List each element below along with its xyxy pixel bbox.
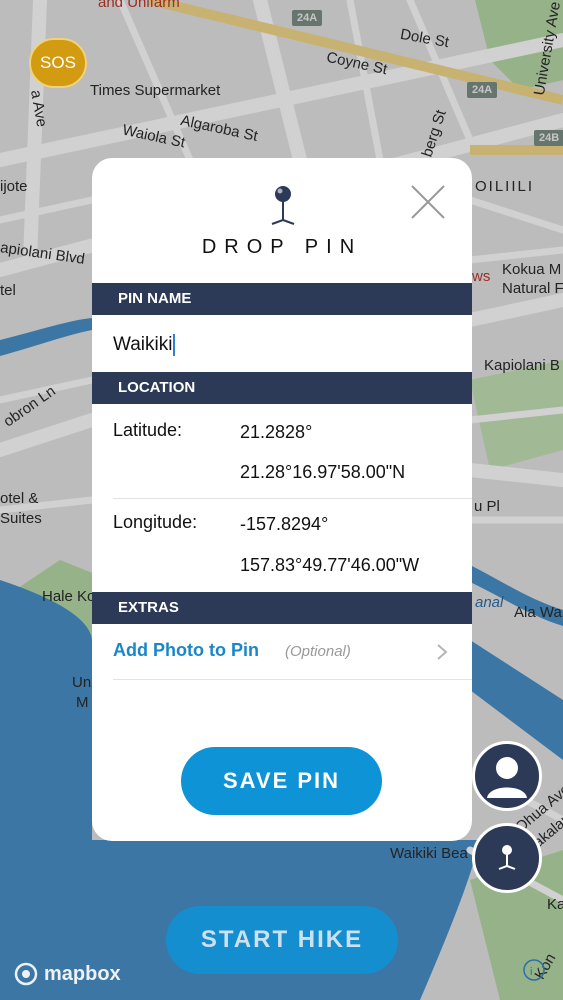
divider (113, 679, 472, 680)
mapbox-attribution[interactable]: mapbox (14, 962, 121, 986)
chevron-right-icon (437, 644, 448, 660)
add-photo-link[interactable]: Add Photo to Pin (113, 640, 259, 661)
avatar-icon (487, 757, 527, 798)
section-header-extras: EXTRAS (92, 592, 472, 624)
optional-hint: (Optional) (285, 643, 351, 660)
drop-pin-button[interactable] (472, 823, 542, 893)
start-hike-button[interactable]: START HIKE (166, 906, 398, 974)
sos-button[interactable]: SOS (29, 38, 87, 88)
drop-pin-modal: DROP PIN PIN NAME Waikiki LOCATION Latit… (92, 158, 472, 841)
map-pin-icon (498, 845, 516, 870)
divider (113, 498, 472, 499)
svg-text:i: i (530, 966, 532, 978)
text-cursor (173, 334, 176, 356)
pin-name-value: Waikiki (113, 334, 173, 356)
save-pin-button[interactable]: SAVE PIN (181, 747, 382, 815)
profile-button[interactable] (472, 741, 542, 811)
longitude-decimal: -157.8294° (240, 514, 329, 534)
latitude-label: Latitude: (113, 420, 183, 440)
modal-title: DROP PIN (201, 236, 363, 258)
longitude-label: Longitude: (113, 512, 198, 532)
pin-name-input[interactable]: Waikiki (113, 334, 176, 356)
close-icon[interactable] (410, 184, 446, 220)
mapbox-label: mapbox (44, 962, 121, 985)
sos-label: SOS (40, 53, 76, 72)
mapbox-logo-icon (14, 962, 38, 986)
section-header-location: LOCATION (92, 372, 472, 404)
latitude-decimal: 21.2828° (240, 422, 313, 442)
pin-icon (271, 186, 295, 225)
longitude-dms: 157.83°49.77'46.00"W (240, 555, 420, 575)
section-header-pin-name: PIN NAME (92, 283, 472, 315)
compass-icon[interactable]: i (522, 958, 546, 982)
latitude-dms: 21.28°16.97'58.00"N (240, 462, 406, 482)
